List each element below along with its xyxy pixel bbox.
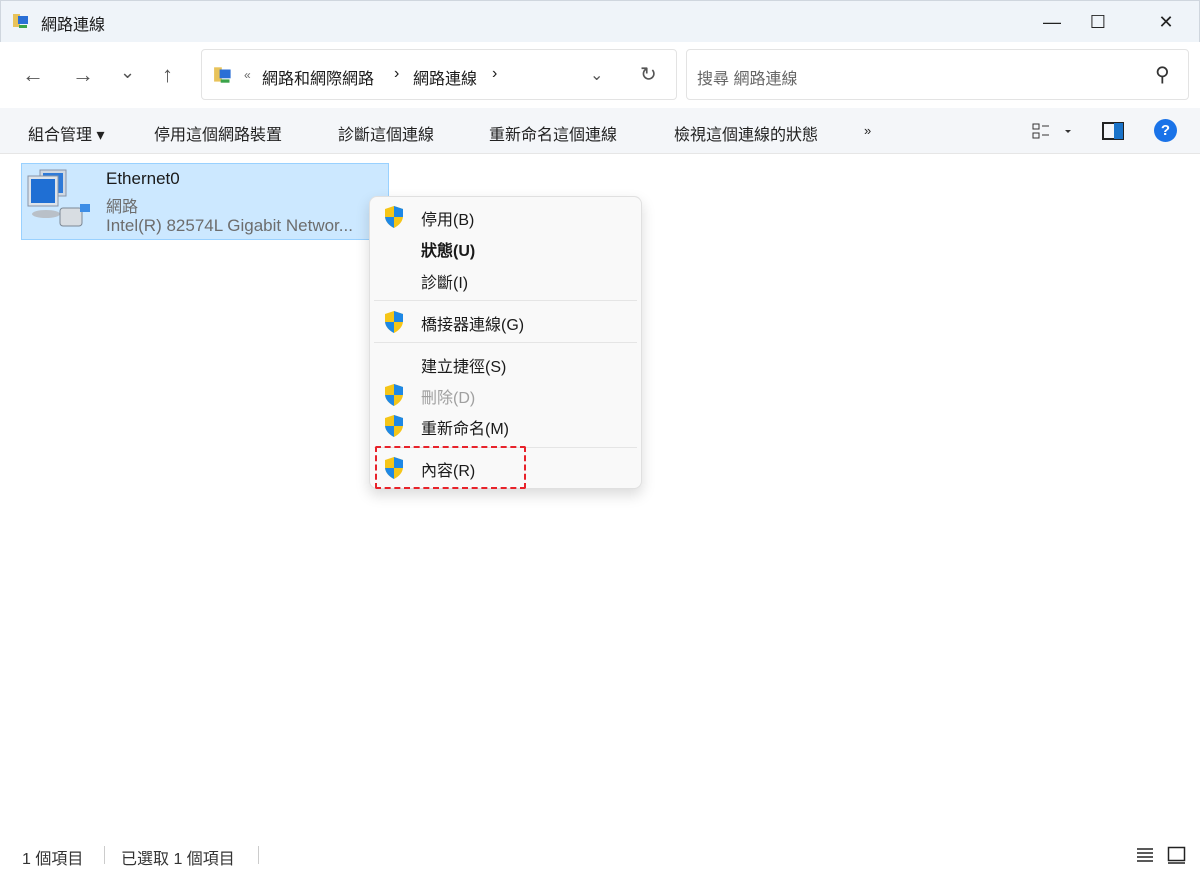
maximize-button[interactable]: ☐: [1075, 1, 1121, 43]
window-title: 網路連線: [41, 17, 106, 34]
uac-shield-icon: [385, 311, 403, 333]
breadcrumb-network-connections[interactable]: 網路連線: [413, 65, 477, 89]
help-button[interactable]: ?: [1154, 119, 1177, 142]
address-dropdown-button[interactable]: ⌄: [590, 65, 603, 85]
connection-device: Intel(R) 82574L Gigabit Networ...: [106, 216, 353, 235]
refresh-button[interactable]: ↻: [640, 62, 657, 87]
connection-name: Ethernet0: [106, 169, 180, 188]
uac-shield-icon: [385, 384, 403, 406]
search-icon[interactable]: ⚲: [1155, 62, 1170, 87]
item-count: 1 個項目: [22, 851, 84, 868]
recent-locations-button[interactable]: ⌄: [120, 62, 135, 83]
menu-separator: [374, 342, 637, 343]
view-options-icon[interactable]: [1032, 122, 1072, 140]
rename-button[interactable]: 重新命名這個連線: [489, 121, 617, 145]
large-icons-view-icon[interactable]: [1167, 846, 1186, 864]
search-input[interactable]: 搜尋 網路連線: [697, 65, 797, 89]
connection-type: 網路: [106, 199, 139, 216]
organize-menu[interactable]: 組合管理 ▾: [28, 121, 104, 145]
command-bar: 組合管理 ▾ 停用這個網路裝置 診斷這個連線 重新命名這個連線 檢視這個連線的狀…: [0, 108, 1200, 154]
menu-item-create-shortcut[interactable]: 建立捷徑(S): [370, 349, 641, 379]
selected-count: 已選取 1 個項目: [121, 851, 235, 868]
menu-item-bridge[interactable]: 橋接器連線(G): [370, 307, 641, 337]
network-adapter-icon: [27, 169, 90, 227]
menu-item-diagnose[interactable]: 診斷(I): [370, 265, 641, 295]
status-divider: [258, 846, 259, 864]
forward-button[interactable]: →: [72, 62, 94, 88]
menu-item-rename[interactable]: 重新命名(M): [370, 411, 641, 441]
menu-item-status[interactable]: 狀態(U): [370, 233, 641, 263]
up-button[interactable]: ↑: [162, 62, 173, 88]
title-bar: 網路連線 — ☐ ✕: [0, 0, 1200, 42]
minimize-button[interactable]: —: [1029, 1, 1075, 43]
network-connections-icon: [13, 14, 28, 28]
close-button[interactable]: ✕: [1143, 1, 1189, 43]
address-bar[interactable]: « 網路和網際網路 › 網路連線 › ⌄ ↻: [201, 49, 677, 100]
menu-item-delete: 刪除(D): [370, 380, 641, 410]
breadcrumb-overflow[interactable]: «: [244, 68, 251, 82]
details-view-icon[interactable]: [1136, 847, 1154, 863]
disable-device-button[interactable]: 停用這個網路裝置: [154, 121, 282, 145]
menu-separator: [374, 300, 637, 301]
ethernet0-connection-item[interactable]: Ethernet0 網路 Intel(R) 82574L Gigabit Net…: [21, 163, 389, 240]
view-status-button[interactable]: 檢視這個連線的狀態: [674, 121, 818, 145]
breadcrumb-network-internet[interactable]: 網路和網際網路: [262, 65, 374, 89]
breadcrumb-separator[interactable]: ›: [492, 65, 497, 83]
uac-shield-icon: [385, 206, 403, 228]
diagnose-button[interactable]: 診斷這個連線: [338, 121, 434, 145]
breadcrumb-separator[interactable]: ›: [394, 65, 399, 83]
status-divider: [104, 846, 105, 864]
highlight-box: [375, 446, 526, 489]
more-commands-button[interactable]: »: [864, 123, 871, 138]
menu-item-disable[interactable]: 停用(B): [370, 202, 641, 232]
search-box[interactable]: 搜尋 網路連線 ⚲: [686, 49, 1189, 100]
network-folder-icon: [214, 67, 231, 83]
preview-pane-icon[interactable]: [1102, 122, 1124, 140]
uac-shield-icon: [385, 415, 403, 437]
back-button[interactable]: ←: [22, 62, 44, 88]
